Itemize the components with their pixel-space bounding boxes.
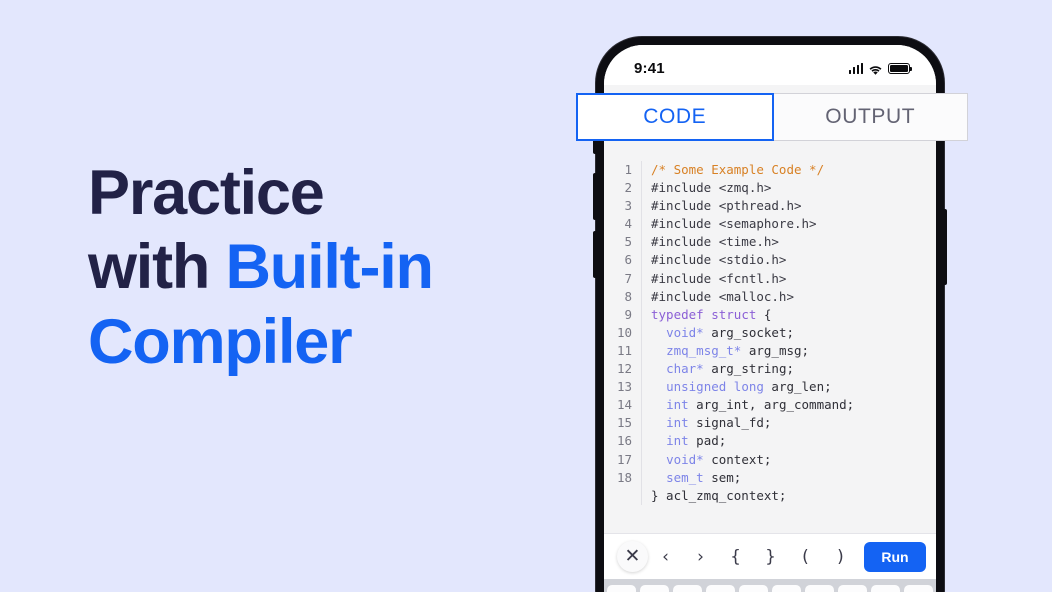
line-number: 9 xyxy=(604,305,642,324)
tab-output[interactable]: OUTPUT xyxy=(773,93,968,141)
keyboard-key-e[interactable]: E xyxy=(672,585,703,592)
status-bar-time: 9:41 xyxy=(634,59,665,77)
line-number: 18 xyxy=(604,468,642,487)
headline-line-3: Compiler xyxy=(88,306,353,377)
code-text: #include <malloc.h> xyxy=(651,288,794,304)
headline: Practice with Built-in Compiler xyxy=(88,156,558,379)
symbol-key-close-brace[interactable]: } xyxy=(753,547,788,567)
code-text: int pad; xyxy=(666,433,727,449)
code-text: int arg_int, arg_command; xyxy=(666,397,855,413)
code-line: 7 #include <fcntl.h> xyxy=(604,269,936,288)
code-text: #include <pthread.h> xyxy=(651,198,802,214)
line-number: 17 xyxy=(604,450,642,469)
volume-up-button[interactable] xyxy=(593,173,597,220)
line-number: 10 xyxy=(604,323,642,342)
line-number: 15 xyxy=(604,414,642,433)
line-number: 12 xyxy=(604,360,642,379)
line-number: 1 xyxy=(604,161,642,180)
keyboard-key-y[interactable]: Y xyxy=(771,585,802,592)
line-number: 6 xyxy=(604,251,642,270)
status-bar-icons xyxy=(848,62,912,75)
run-button[interactable]: Run xyxy=(864,541,926,572)
line-number: 4 xyxy=(604,215,642,234)
code-line: 1 /* Some Example Code */ xyxy=(604,161,936,180)
keyboard-key-q[interactable]: Q xyxy=(607,585,637,592)
code-text: #include <semaphore.h> xyxy=(651,216,817,232)
code-text: #include <fcntl.h> xyxy=(651,270,787,286)
line-number: 7 xyxy=(604,269,642,288)
line-number: 8 xyxy=(604,287,642,306)
keyboard-key-w[interactable]: W xyxy=(639,585,670,592)
symbol-key-right-angle[interactable]: › xyxy=(683,547,718,567)
keyboard-key-r[interactable]: R xyxy=(705,585,736,592)
code-text: int signal_fd; xyxy=(666,415,772,431)
code-line: } acl_zmq_context; xyxy=(604,486,936,505)
code-editor[interactable]: 1 /* Some Example Code */ 2 #include <zmq.h… xyxy=(604,155,936,533)
code-line: 11 zmq_msg_t* arg_msg; xyxy=(604,341,936,361)
symbol-key-close-paren[interactable]: ) xyxy=(823,547,858,567)
code-line: 10 void* arg_socket; xyxy=(604,323,936,342)
code-line: 3 #include <pthread.h> xyxy=(604,197,936,216)
code-text: } acl_zmq_context; xyxy=(651,487,787,503)
cellular-bars-icon xyxy=(848,62,863,74)
symbol-key-open-paren[interactable]: ( xyxy=(788,547,823,567)
code-lines: 1 /* Some Example Code */ 2 #include <zmq.h… xyxy=(604,161,936,505)
code-line: 18 sem_t sem; xyxy=(604,468,936,487)
code-text: void* arg_socket; xyxy=(666,324,795,340)
line-number: 3 xyxy=(604,197,642,216)
line-number xyxy=(604,486,642,505)
keyboard-row-1: QWERTYUIOP xyxy=(607,585,934,592)
code-line: 15 int signal_fd; xyxy=(604,414,936,433)
line-number: 13 xyxy=(604,378,642,397)
volume-down-button[interactable] xyxy=(593,231,597,278)
code-text: zmq_msg_t* arg_msg; xyxy=(666,342,810,358)
on-screen-keyboard: QWERTYUIOP xyxy=(604,579,936,592)
line-number: 11 xyxy=(604,341,642,361)
keyboard-key-t[interactable]: T xyxy=(738,585,769,592)
close-icon[interactable]: ✕ xyxy=(617,541,648,572)
code-line: 14 int arg_int, arg_command; xyxy=(604,396,936,415)
code-text: sem_t sem; xyxy=(666,469,742,485)
code-line: 6 #include <stdio.h> xyxy=(604,251,936,270)
code-text: typedef struct { xyxy=(651,306,772,322)
headline-line-2: with Built-in xyxy=(88,230,558,304)
code-line: 12 char* arg_string; xyxy=(604,360,936,379)
headline-line-2-blue: Built-in xyxy=(225,232,434,303)
code-line: 8 #include <malloc.h> xyxy=(604,287,936,306)
code-line: 16 int pad; xyxy=(604,432,936,451)
battery-icon xyxy=(888,62,912,74)
code-text: #include <stdio.h> xyxy=(651,252,787,268)
code-line: 17 void* context; xyxy=(604,450,936,469)
code-text: void* context; xyxy=(666,451,772,467)
code-line: 2 #include <zmq.h> xyxy=(604,179,936,198)
headline-line-2-dark: with xyxy=(88,232,226,303)
line-number: 14 xyxy=(604,396,642,415)
keyboard-key-o[interactable]: O xyxy=(870,585,901,592)
status-bar: 9:41 xyxy=(604,45,936,85)
keyboard-key-u[interactable]: U xyxy=(804,585,835,592)
code-line: 13 unsigned long arg_len; xyxy=(604,378,936,397)
keyboard-key-p[interactable]: P xyxy=(903,585,934,592)
code-text: /* Some Example Code */ xyxy=(651,162,825,177)
line-number: 16 xyxy=(604,432,642,451)
headline-line-1: Practice xyxy=(88,158,325,228)
line-number: 2 xyxy=(604,179,642,198)
code-text: #include <time.h> xyxy=(651,234,779,250)
code-text: #include <zmq.h> xyxy=(651,180,772,196)
line-number: 5 xyxy=(604,233,642,252)
tab-bar: CODE OUTPUT xyxy=(576,93,968,141)
code-line: 5 #include <time.h> xyxy=(604,233,936,252)
tab-code[interactable]: CODE xyxy=(576,93,774,141)
code-text: unsigned long arg_len; xyxy=(666,379,832,395)
symbol-key-left-angle[interactable]: ‹ xyxy=(648,547,683,567)
code-line: 4 #include <semaphore.h> xyxy=(604,215,936,234)
editor-toolbar: ✕ ‹ › { } ( ) Run xyxy=(604,533,936,579)
code-line: 9 typedef struct { xyxy=(604,305,936,324)
wifi-icon xyxy=(868,63,883,75)
symbol-key-open-brace[interactable]: { xyxy=(718,547,753,567)
power-button[interactable] xyxy=(943,209,947,285)
code-text: char* arg_string; xyxy=(666,361,795,377)
keyboard-key-i[interactable]: I xyxy=(837,585,868,592)
